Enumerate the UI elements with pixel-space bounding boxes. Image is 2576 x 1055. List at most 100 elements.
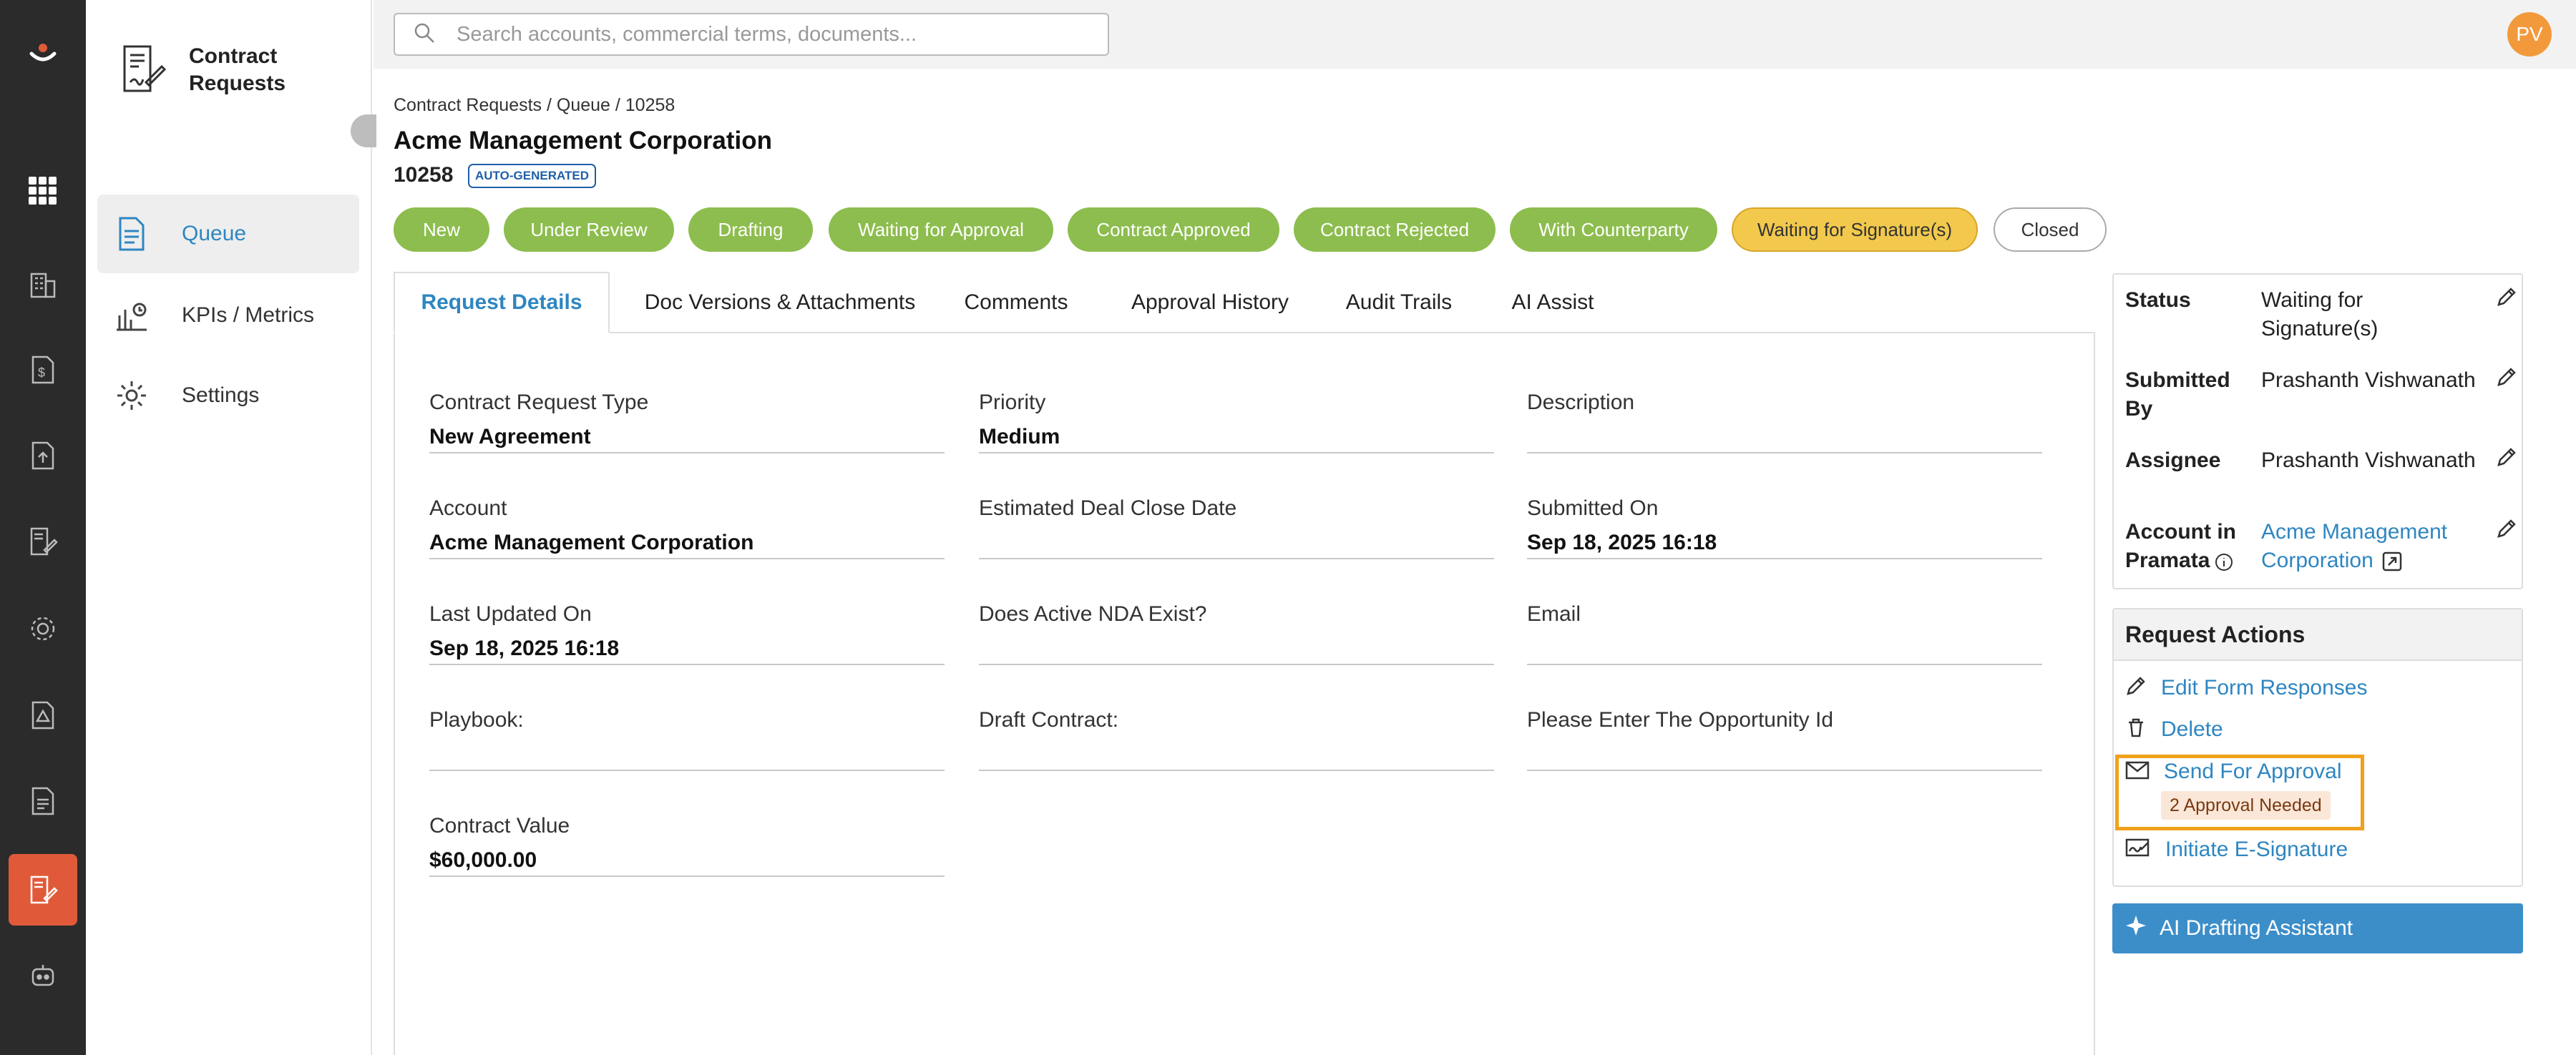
building-icon[interactable] xyxy=(0,252,86,316)
sidebar-item-kpis[interactable]: KPIs / Metrics xyxy=(97,276,359,355)
sidebar-title: Contract Requests xyxy=(189,44,286,95)
gear-icon xyxy=(110,379,153,412)
contract-edit-icon[interactable] xyxy=(9,854,77,926)
request-id: 10258 xyxy=(394,163,454,187)
properties-panel: Status Waiting for Signature(s) Submitte… xyxy=(2112,273,2523,589)
tab-doc-versions[interactable]: Doc Versions & Attachments xyxy=(620,272,940,333)
robot-icon[interactable] xyxy=(0,944,86,1009)
info-icon[interactable] xyxy=(2214,552,2234,576)
request-actions-title: Request Actions xyxy=(2114,609,2522,661)
field-playbook: Playbook: xyxy=(429,679,945,771)
sign-doc-icon[interactable] xyxy=(0,509,86,574)
edit-submitted-by-icon[interactable] xyxy=(2496,366,2517,391)
chart-icon xyxy=(110,300,153,331)
field-estimated-deal-close-date: Estimated Deal Close Date xyxy=(979,468,1494,559)
edit-account-icon[interactable] xyxy=(2496,518,2517,543)
contract-requests-icon xyxy=(117,44,167,97)
top-bar: PV xyxy=(374,0,2576,69)
auto-generated-badge: AUTO-GENERATED xyxy=(468,164,596,188)
property-label: Account in Pramata xyxy=(2125,520,2236,572)
edit-status-icon[interactable] xyxy=(2496,286,2517,311)
tab-comments[interactable]: Comments xyxy=(945,272,1088,333)
page-title: Acme Management Corporation xyxy=(394,127,772,154)
tab-request-details[interactable]: Request Details xyxy=(394,272,610,333)
ai-button-label: AI Drafting Assistant xyxy=(2160,916,2353,940)
request-actions-panel: Request Actions Edit Form Responses Dele… xyxy=(2112,608,2523,887)
stage-new[interactable]: New xyxy=(394,207,489,252)
sidebar-item-queue[interactable]: Queue xyxy=(97,195,359,273)
field-label: Last Updated On xyxy=(429,602,592,626)
sidebar-item-label: KPIs / Metrics xyxy=(182,303,315,327)
tab-audit-trails[interactable]: Audit Trails xyxy=(1324,272,1474,333)
edit-form-responses-action[interactable]: Edit Form Responses xyxy=(2125,675,2367,700)
search-input[interactable] xyxy=(457,22,1065,46)
stage-waiting-for-signatures[interactable]: Waiting for Signature(s) xyxy=(1732,207,1978,252)
tab-bar: Request Details Doc Versions & Attachmen… xyxy=(394,272,2095,333)
tab-approval-history[interactable]: Approval History xyxy=(1106,272,1314,333)
gear-network-icon[interactable] xyxy=(0,597,86,661)
field-label: Playbook: xyxy=(429,708,524,732)
stage-under-review[interactable]: Under Review xyxy=(504,207,674,252)
property-value: Prashanth Vishwanath xyxy=(2261,368,2476,392)
delete-action[interactable]: Delete xyxy=(2125,717,2223,742)
avatar[interactable]: PV xyxy=(2507,12,2552,57)
field-draft-contract: Draft Contract: xyxy=(979,679,1494,771)
approvals-needed-badge: 2 Approval Needed xyxy=(2161,791,2331,820)
app-root: $ Contract Requests Queue KPIs / Metrics… xyxy=(0,0,2576,1055)
stage-closed[interactable]: Closed xyxy=(1994,207,2107,252)
tab-ai-assist[interactable]: AI Assist xyxy=(1488,272,1617,333)
stage-contract-rejected[interactable]: Contract Rejected xyxy=(1294,207,1496,252)
field-last-updated-on: Last Updated On Sep 18, 2025 16:18 xyxy=(429,574,945,665)
field-contract-request-type: Contract Request Type New Agreement xyxy=(429,362,945,453)
stage-with-counterparty[interactable]: With Counterparty xyxy=(1510,207,1717,252)
edit-assignee-icon[interactable] xyxy=(2496,446,2517,471)
account-link[interactable]: Acme Management Corporation xyxy=(2261,518,2476,575)
field-label: Please Enter The Opportunity Id xyxy=(1527,708,1834,732)
stage-drafting[interactable]: Drafting xyxy=(688,207,813,252)
breadcrumb: Contract Requests / Queue / 10258 xyxy=(394,95,675,115)
field-label: Account xyxy=(429,496,507,520)
field-opportunity-id: Please Enter The Opportunity Id xyxy=(1527,679,2042,771)
field-value: $60,000.00 xyxy=(429,848,537,872)
sparkle-icon xyxy=(2125,915,2147,942)
action-label: Initiate E-Signature xyxy=(2165,837,2348,861)
bill-doc-icon[interactable] xyxy=(0,769,86,833)
field-value: Medium xyxy=(979,425,1060,448)
stage-waiting-for-approval[interactable]: Waiting for Approval xyxy=(829,207,1053,252)
dollar-doc-icon[interactable]: $ xyxy=(0,338,86,402)
field-email: Email xyxy=(1527,574,2042,665)
stage-contract-approved[interactable]: Contract Approved xyxy=(1068,207,1279,252)
initiate-esignature-action[interactable]: Initiate E-Signature xyxy=(2125,837,2348,862)
field-contract-value: Contract Value $60,000.00 xyxy=(429,785,945,877)
property-label: Assignee xyxy=(2125,448,2221,472)
svg-text:$: $ xyxy=(38,365,45,380)
left-rail: $ xyxy=(0,0,86,1055)
trash-icon xyxy=(2125,717,2147,742)
field-label: Draft Contract: xyxy=(979,708,1119,732)
external-link-icon[interactable] xyxy=(2381,551,2403,576)
ai-drafting-assistant-button[interactable]: AI Drafting Assistant xyxy=(2112,903,2523,953)
signature-icon xyxy=(2125,837,2151,862)
upload-doc-icon[interactable] xyxy=(0,423,86,488)
field-label: Contract Value xyxy=(429,814,570,838)
field-account: Account Acme Management Corporation xyxy=(429,468,945,559)
action-label: Delete xyxy=(2161,717,2223,741)
property-value: Prashanth Vishwanath xyxy=(2261,448,2476,472)
request-details-panel: Contract Request Type New Agreement Prio… xyxy=(394,333,2095,1055)
field-label: Description xyxy=(1527,391,1635,414)
field-value: Sep 18, 2025 16:18 xyxy=(1527,531,1717,554)
grid-icon[interactable] xyxy=(0,159,86,223)
app-logo-icon[interactable] xyxy=(0,21,86,86)
property-value: Waiting for Signature(s) xyxy=(2261,288,2379,340)
alert-doc-icon[interactable] xyxy=(0,683,86,747)
field-label: Contract Request Type xyxy=(429,391,649,414)
property-label: Submitted By xyxy=(2125,368,2230,421)
search-box[interactable] xyxy=(394,13,1109,56)
field-description: Description xyxy=(1527,362,2042,453)
sidebar-item-settings[interactable]: Settings xyxy=(97,356,359,435)
field-label: Does Active NDA Exist? xyxy=(979,602,1207,626)
field-label: Estimated Deal Close Date xyxy=(979,496,1237,520)
field-submitted-on: Submitted On Sep 18, 2025 16:18 xyxy=(1527,468,2042,559)
sidebar-item-label: Queue xyxy=(182,222,247,245)
field-label: Priority xyxy=(979,391,1046,414)
